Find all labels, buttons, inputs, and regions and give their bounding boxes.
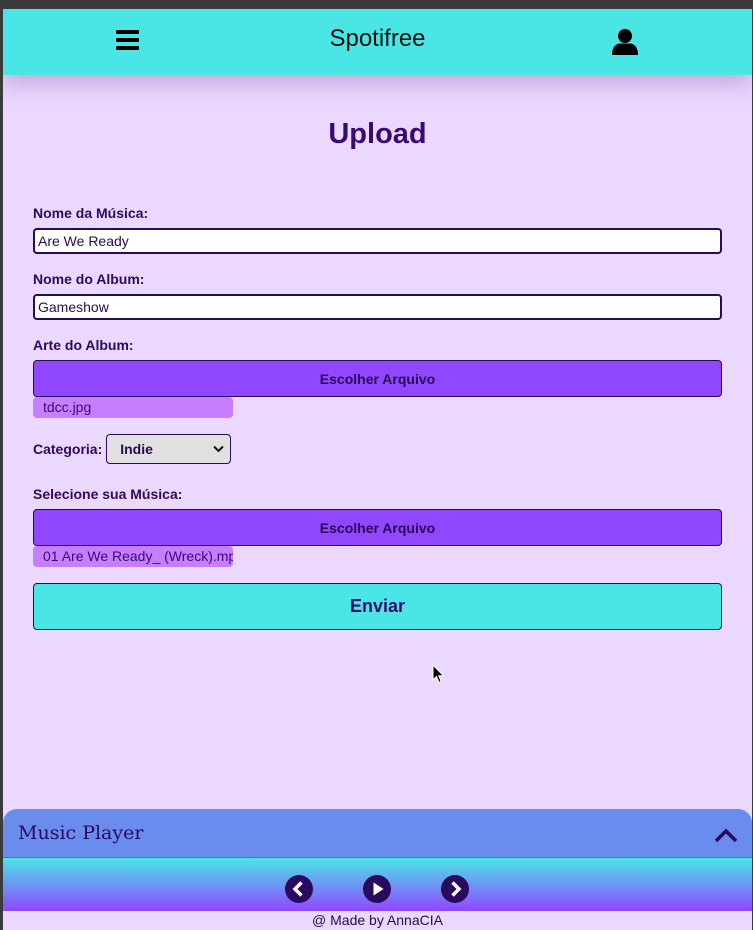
music-file-name: 01 Are We Ready_ (Wreck).mp3 <box>33 546 233 567</box>
submit-button[interactable]: Enviar <box>33 583 722 630</box>
music-player-title: Music Player <box>18 822 144 844</box>
app-viewport: Spotifree Upload Nome da Música: Nome do… <box>3 9 752 930</box>
previous-icon[interactable] <box>284 874 314 904</box>
chevron-down-icon <box>213 445 224 453</box>
album-art-label: Arte do Album: <box>33 337 134 353</box>
mouse-pointer-icon <box>432 664 445 684</box>
song-name-label: Nome da Música: <box>33 205 149 221</box>
music-player-header[interactable]: Music Player <box>3 809 752 858</box>
music-file-button[interactable]: Escolher Arquivo <box>33 509 722 546</box>
album-name-label: Nome do Album: <box>33 271 145 287</box>
category-select[interactable]: Indie <box>106 434 232 464</box>
page-title: Upload <box>328 118 427 150</box>
album-name-input[interactable] <box>33 294 722 320</box>
player-controls <box>3 858 752 911</box>
music-player-panel: Music Player <box>3 809 752 911</box>
song-name-input[interactable] <box>33 228 722 254</box>
music-file-label: Selecione sua Música: <box>33 486 183 502</box>
category-label: Categoria: <box>33 441 103 457</box>
app-brand[interactable]: Spotifree <box>3 25 752 53</box>
category-row: Categoria: Indie <box>33 434 232 464</box>
top-nav-bar: Spotifree <box>3 9 752 75</box>
album-art-file-button[interactable]: Escolher Arquivo <box>33 360 722 397</box>
play-icon[interactable] <box>362 874 392 904</box>
album-art-file-name: tdcc.jpg <box>33 397 233 418</box>
next-icon[interactable] <box>440 874 470 904</box>
category-selected-value: Indie <box>120 441 153 457</box>
footer-credit: @ Made by AnnaCIA <box>312 912 443 928</box>
user-icon[interactable] <box>611 28 639 56</box>
chevron-up-icon[interactable] <box>713 826 739 844</box>
